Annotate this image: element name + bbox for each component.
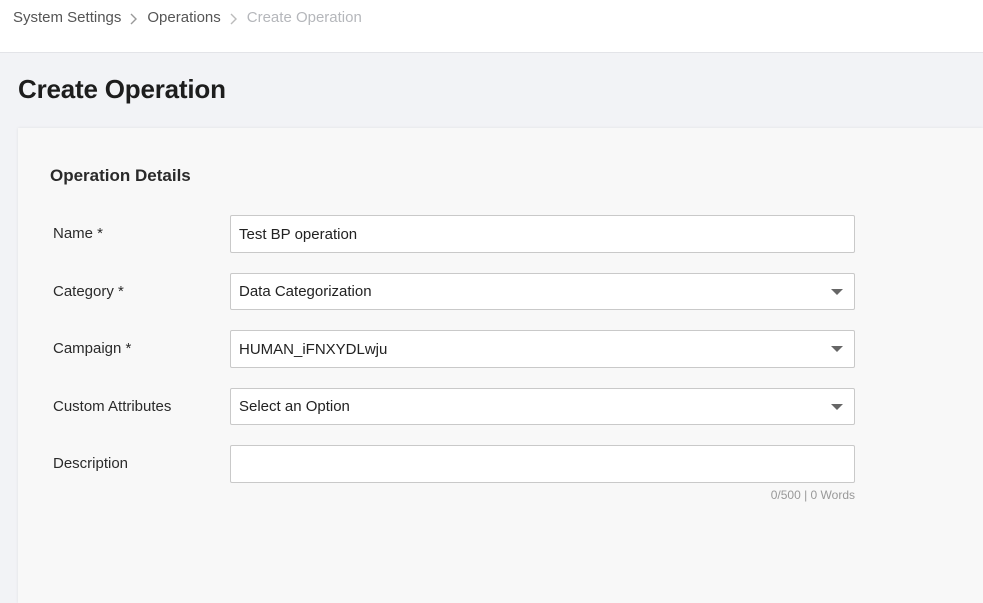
description-label: Description [53,455,129,472]
name-label: Name * [53,225,104,242]
description-char-counter: 0/500 | 0 Words [770,488,855,502]
breadcrumb-create-operation: Create Operation [246,9,362,26]
caret-down-icon [831,288,843,295]
caret-down-icon [831,403,843,410]
campaign-select[interactable]: HUMAN_iFNXYDLwju [230,330,855,368]
campaign-label: Campaign * [53,340,132,357]
top-bar: System Settings Operations Create Operat… [0,0,983,53]
caret-down-icon [831,346,843,352]
operation-details-card: Operation Details Name * Category * Data… [18,128,983,603]
page-title: Create Operation [18,74,226,104]
custom-attributes-label: Custom Attributes [53,398,172,415]
custom-attributes-select[interactable]: Select an Option [230,388,855,425]
category-selected-value: Data Categorization [239,283,372,300]
breadcrumb-system-settings[interactable]: System Settings [13,9,121,27]
description-input[interactable] [239,455,846,473]
name-input[interactable] [239,225,846,243]
description-field-wrapper [230,445,855,483]
name-field-wrapper [230,215,855,253]
campaign-selected-value: HUMAN_iFNXYDLwju [239,340,388,358]
category-select[interactable]: Data Categorization [230,273,855,310]
category-label: Category * [53,283,124,300]
custom-attributes-selected-value: Select an Option [239,398,350,415]
section-title: Operation Details [50,166,191,185]
breadcrumb: System Settings Operations Create Operat… [13,9,362,27]
breadcrumb-operations[interactable]: Operations [147,9,220,27]
chevron-right-icon [121,9,147,27]
chevron-right-icon [221,9,247,27]
